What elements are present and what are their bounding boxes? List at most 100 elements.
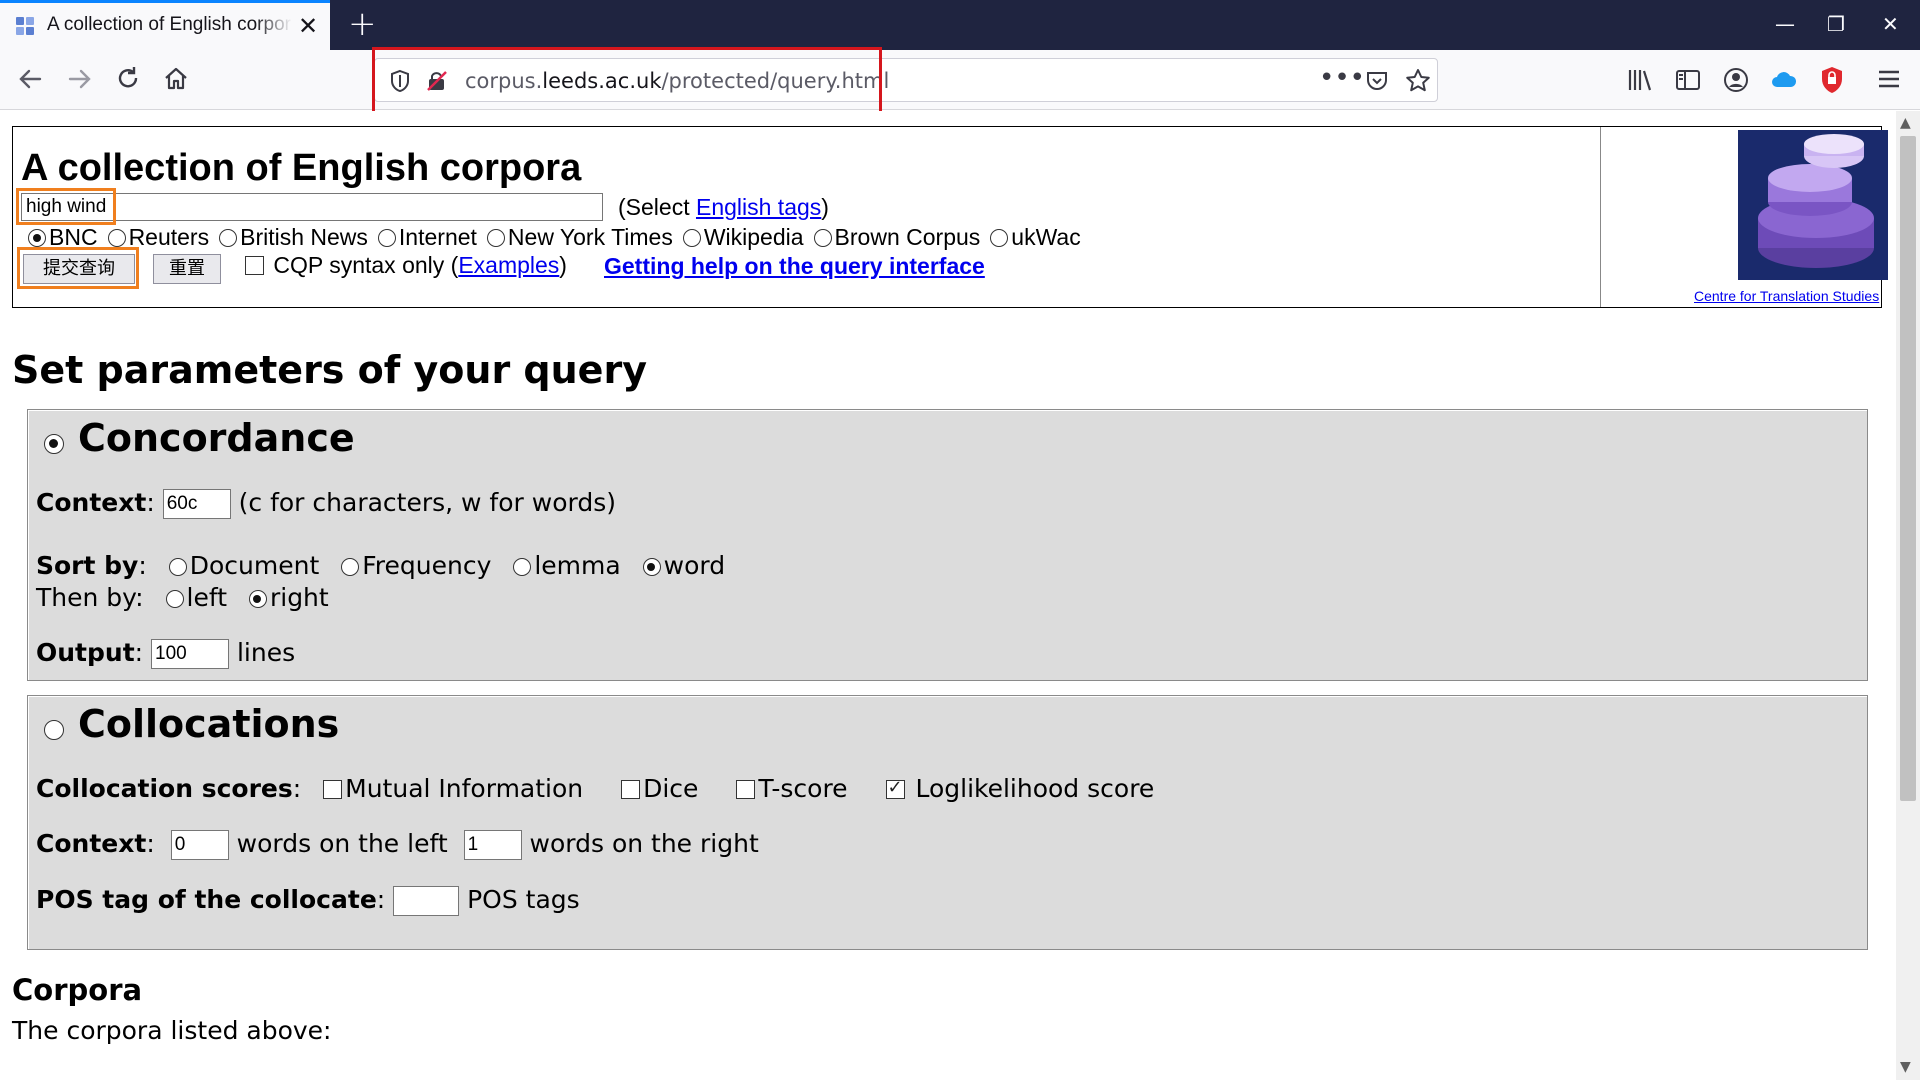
sort-option-document[interactable]: Document <box>168 551 319 580</box>
context-label: Context <box>36 488 147 517</box>
corpus-label: Brown Corpus <box>834 224 981 250</box>
cqp-suffix: ) <box>559 252 567 278</box>
submit-query-button[interactable]: 提交查询 <box>23 254 135 284</box>
english-tags-link[interactable]: English tags <box>696 194 821 220</box>
score-checkbox[interactable] <box>621 780 641 799</box>
score-option-mi[interactable]: Mutual Information <box>323 774 583 803</box>
corpus-option-reuters[interactable]: Reuters <box>107 224 209 250</box>
sort-radio[interactable] <box>513 558 532 576</box>
corpus-option-british-news[interactable]: British News <box>219 224 368 250</box>
corpus-label: Wikipedia <box>703 224 804 250</box>
corpus-option-bnc[interactable]: BNC <box>28 224 98 250</box>
shield-extension-icon[interactable] <box>1818 65 1846 99</box>
corpus-option-brown[interactable]: Brown Corpus <box>813 224 981 250</box>
sort-radio[interactable] <box>642 558 661 576</box>
score-checkbox[interactable] <box>736 780 756 799</box>
reset-button[interactable]: 重置 <box>153 254 221 284</box>
query-input[interactable] <box>21 193 603 221</box>
left-suffix: words on the left <box>236 829 448 858</box>
then-radio[interactable] <box>248 590 267 608</box>
concordance-radio[interactable] <box>44 434 64 454</box>
pos-tag-input[interactable] <box>393 886 460 916</box>
score-checkbox[interactable] <box>323 780 343 799</box>
cts-link[interactable]: Centre for Translation Studies <box>1694 288 1879 304</box>
then-option-right[interactable]: right <box>248 583 329 612</box>
score-option-dice[interactable]: Dice <box>621 774 698 803</box>
url-text[interactable]: corpus.leeds.ac.uk/protected/query.html <box>465 69 889 93</box>
concordance-panel: Concordance Context: (c for characters, … <box>27 409 1868 681</box>
collocations-panel: Collocations Collocation scores: Mutual … <box>27 695 1868 950</box>
back-icon[interactable] <box>14 64 46 96</box>
corpus-radio[interactable] <box>682 229 701 247</box>
cqp-checkbox[interactable] <box>245 256 264 275</box>
account-icon[interactable] <box>1722 66 1750 98</box>
active-tab[interactable]: A collection of English corpora ✕ <box>0 0 330 50</box>
context-input[interactable] <box>162 489 231 519</box>
sort-option-word[interactable]: word <box>642 551 725 580</box>
minimize-button[interactable]: — <box>1775 12 1795 36</box>
corpus-option-wikipedia[interactable]: Wikipedia <box>682 224 804 250</box>
then-by-row: Then by: left right <box>36 583 329 612</box>
page-scrollbar[interactable]: ▲ ▼ <box>1896 111 1920 1080</box>
library-icon[interactable] <box>1626 66 1654 98</box>
corpus-radio[interactable] <box>486 229 505 247</box>
output-lines-input[interactable] <box>151 639 230 669</box>
context-right-input[interactable] <box>463 830 522 860</box>
bookmark-star-icon[interactable] <box>1405 68 1431 98</box>
sort-label: Sort by <box>36 551 139 580</box>
restore-button[interactable]: ❐ <box>1827 12 1845 36</box>
score-option-tscore[interactable]: T-score <box>736 774 848 803</box>
then-option-label: right <box>269 583 329 612</box>
menu-icon[interactable] <box>1876 66 1902 96</box>
corpus-radio[interactable] <box>107 229 126 247</box>
corpus-radio[interactable] <box>813 229 832 247</box>
context-hint: (c for characters, w for words) <box>238 488 616 517</box>
corpus-radio[interactable] <box>28 229 46 247</box>
corpus-radio[interactable] <box>990 229 1009 247</box>
examples-link[interactable]: Examples <box>458 252 559 278</box>
site-favicon-icon <box>16 17 36 37</box>
home-icon[interactable] <box>160 64 192 96</box>
corpus-option-internet[interactable]: Internet <box>377 224 477 250</box>
tracking-shield-icon[interactable] <box>389 69 411 97</box>
sort-option-label: Frequency <box>362 551 492 580</box>
close-window-button[interactable]: ✕ <box>1882 12 1899 36</box>
context-left-input[interactable] <box>170 830 229 860</box>
scrollbar-thumb[interactable] <box>1900 136 1916 801</box>
then-radio[interactable] <box>165 590 184 608</box>
cqp-label: CQP syntax only ( <box>273 252 459 278</box>
insecure-lock-icon[interactable] <box>425 69 449 97</box>
cloud-icon[interactable] <box>1770 68 1798 96</box>
corpus-radio[interactable] <box>377 229 396 247</box>
sort-option-lemma[interactable]: lemma <box>513 551 621 580</box>
reload-icon[interactable] <box>112 64 144 96</box>
new-tab-button[interactable]: + <box>348 6 377 42</box>
corpus-option-nyt[interactable]: New York Times <box>486 224 673 250</box>
collocations-radio[interactable] <box>44 720 64 740</box>
sort-radio[interactable] <box>341 558 360 576</box>
corpus-radio[interactable] <box>219 229 238 247</box>
score-checkbox[interactable] <box>885 777 905 799</box>
url-bar[interactable]: corpus.leeds.ac.uk/protected/query.html … <box>374 58 1438 102</box>
forward-icon[interactable] <box>64 64 96 96</box>
header-divider <box>1600 127 1601 307</box>
scroll-up-icon[interactable]: ▲ <box>1900 115 1911 131</box>
cts-logo-image <box>1738 130 1888 280</box>
corpus-label: ukWac <box>1011 224 1081 250</box>
scroll-down-icon[interactable]: ▼ <box>1900 1059 1911 1075</box>
sidebar-icon[interactable] <box>1674 66 1702 98</box>
score-label: Mutual Information <box>345 774 584 803</box>
tab-close-icon[interactable]: ✕ <box>298 13 318 39</box>
query-help-link[interactable]: Getting help on the query interface <box>604 253 985 280</box>
page-actions-icon[interactable]: ••• <box>1319 63 1365 93</box>
sort-radio[interactable] <box>168 558 187 576</box>
sort-option-frequency[interactable]: Frequency <box>341 551 491 580</box>
then-option-left[interactable]: left <box>165 583 227 612</box>
output-suffix: lines <box>236 638 296 667</box>
pocket-icon[interactable] <box>1365 69 1389 97</box>
corpus-option-ukwac[interactable]: ukWac <box>990 224 1081 250</box>
score-option-loglikelihood[interactable]: Loglikelihood score <box>885 774 1154 803</box>
collocation-scores-row: Collocation scores: Mutual Information D… <box>36 774 1154 803</box>
right-suffix: words on the right <box>529 829 759 858</box>
score-label: Dice <box>643 774 699 803</box>
